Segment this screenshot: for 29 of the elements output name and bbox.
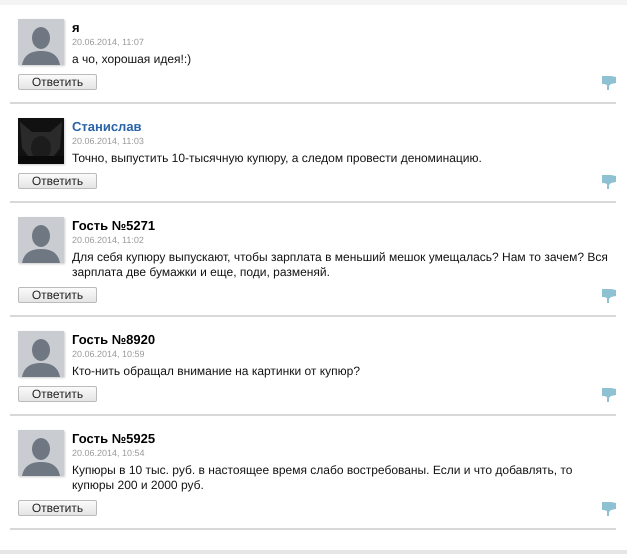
avatar-icon xyxy=(18,430,64,476)
comment-text: Купюры в 10 тыс. руб. в настоящее время слабо востребованы. Если и что добавлять, то купюры 200 и 2000 руб. xyxy=(72,463,574,493)
comment-date: 20.06.2014, 10:59 xyxy=(72,348,146,360)
reply-button[interactable]: Ответить xyxy=(18,287,97,303)
avatar-icon xyxy=(18,217,64,263)
reply-button[interactable]: Ответить xyxy=(18,386,97,402)
comment-date: 20.06.2014, 11:02 xyxy=(72,234,145,246)
thumbs-down-icon[interactable] xyxy=(602,174,616,188)
author-name: Гость №8920 xyxy=(72,332,156,348)
comment-text: Кто-нить обращал внимание на картинки от купюр? xyxy=(72,364,361,379)
avatar-icon xyxy=(18,19,64,65)
comment-text: Для себя купюру выпускают, чтобы зарплата в меньший мешок умещалась? Нам то зачем? Вся зарплата две бумажки и еще, поди, разменяй. xyxy=(72,250,609,280)
author-name[interactable]: Станислав xyxy=(72,119,490,135)
reply-button[interactable]: Ответить xyxy=(18,500,97,516)
comment-date: 20.06.2014, 11:03 xyxy=(72,135,145,147)
author-name: Гость №5925 xyxy=(72,431,156,447)
reply-button[interactable]: Ответить xyxy=(18,173,97,189)
author-name: я xyxy=(72,20,81,36)
comment-text: Точно, выпустить 10-тысячную купюру, а следом провести деноминацию. xyxy=(72,151,483,166)
reply-button[interactable]: Ответить xyxy=(18,74,97,90)
avatar-icon xyxy=(18,331,64,377)
comment-date: 20.06.2014, 11:07 xyxy=(72,36,145,48)
comment-text: а чо, хорошая идея!:) xyxy=(72,52,192,67)
thumbs-down-icon[interactable] xyxy=(602,288,616,302)
author-name: Гость №5271 xyxy=(72,218,156,234)
thumbs-down-icon[interactable] xyxy=(602,386,616,402)
thumbs-down-icon[interactable] xyxy=(602,74,616,90)
thumbs-down-icon[interactable] xyxy=(602,500,616,516)
comment-date: 20.06.2014, 10:54 xyxy=(72,447,146,459)
